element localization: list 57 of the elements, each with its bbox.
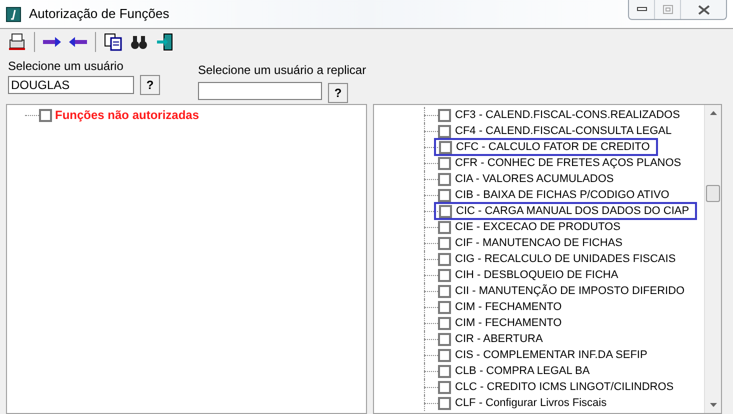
checkbox[interactable]	[438, 124, 451, 138]
scroll-thumb[interactable]	[706, 185, 720, 202]
checkbox[interactable]	[438, 236, 451, 250]
checkbox[interactable]	[438, 364, 451, 378]
tree-item[interactable]: CF4 - CALEND.FISCAL-CONSULTA LEGAL	[455, 122, 672, 140]
checkbox[interactable]	[438, 380, 451, 394]
maximize-icon	[662, 5, 672, 14]
tree-item[interactable]: CFR - CONHEC DE FRETES AÇOS PLANOS	[455, 154, 682, 172]
scroll-down-icon[interactable]	[710, 403, 717, 407]
checkbox[interactable]	[438, 332, 451, 346]
tree-item[interactable]: CII - MANUTENÇÃO DE IMPOSTO DIFERIDO	[455, 282, 685, 300]
checkbox[interactable]	[438, 172, 451, 186]
app-icon	[6, 6, 21, 22]
checkbox[interactable]	[439, 140, 452, 154]
checkbox[interactable]	[438, 220, 451, 234]
user-field[interactable]: DOUGLAS	[8, 76, 134, 94]
search-user-button[interactable]: ?	[140, 75, 160, 95]
checkbox[interactable]	[438, 396, 451, 410]
tree-item[interactable]: CIM - FECHAMENTO	[455, 298, 562, 316]
window-title: Autorização de Funções	[29, 5, 170, 24]
checkbox[interactable]	[438, 316, 451, 330]
tree-item[interactable]: CIR - ABERTURA	[455, 330, 543, 348]
checkbox[interactable]	[438, 284, 451, 298]
tree-item[interactable]: CIG - RECALCULO DE UNIDADES FISCAIS	[455, 250, 676, 268]
tree-item[interactable]: CIB - BAIXA DE FICHAS P/CODIGO ATIVO	[455, 186, 670, 204]
field-label: Selecione um usuário	[8, 59, 124, 73]
checkbox[interactable]	[438, 156, 451, 170]
checkbox[interactable]	[438, 188, 451, 202]
tree-item[interactable]: CLF - Configurar Livros Fiscais	[455, 394, 607, 412]
minimize-icon	[636, 7, 646, 12]
tree-item[interactable]: CIE - EXCECAO DE PRODUTOS	[455, 218, 620, 236]
checkbox[interactable]	[438, 268, 451, 282]
checkbox[interactable]	[439, 204, 452, 218]
tree-item[interactable]: CIA - VALORES ACUMULADOS	[455, 170, 614, 188]
tree-item[interactable]: CIS - COMPLEMENTAR INF.DA SEFIP	[455, 346, 648, 364]
scrollbar[interactable]	[704, 105, 721, 413]
field-label: Selecione um usuário a replicar	[198, 63, 368, 77]
tree-item[interactable]: Funções não autorizadas	[55, 106, 200, 124]
checkbox[interactable]	[438, 300, 451, 314]
tree-item[interactable]: CIF - MANUTENCAO DE FICHAS	[455, 234, 622, 252]
checkbox[interactable]	[438, 348, 451, 362]
tree-item[interactable]: CF3 - CALEND.FISCAL-CONS.REALIZADOS	[455, 106, 680, 124]
print-icon[interactable]	[6, 31, 28, 53]
copy-icon[interactable]	[102, 31, 124, 53]
tree-item[interactable]: CLB - COMPRA LEGAL BA	[455, 362, 590, 380]
checkbox[interactable]	[438, 252, 451, 266]
tree-item[interactable]: CIH - DESBLOQUEIO DE FICHA	[455, 266, 618, 284]
search-user-button[interactable]: ?	[328, 83, 348, 103]
close-icon	[698, 4, 710, 14]
checkbox[interactable]	[39, 108, 52, 122]
scroll-up-icon[interactable]	[710, 111, 717, 115]
tree-item[interactable]: CFC - CALCULO FATOR DE CREDITO	[456, 138, 650, 156]
tree-item[interactable]: CIC - CARGA MANUAL DOS DADOS DO CIAP	[456, 202, 690, 220]
checkbox[interactable]	[438, 108, 451, 122]
tree-item[interactable]: CIM - FECHAMENTO	[455, 314, 562, 332]
tree-item[interactable]: CLC - CREDITO ICMS LINGOT/CILINDROS	[455, 378, 674, 396]
replicate-user-field[interactable]	[198, 82, 322, 100]
